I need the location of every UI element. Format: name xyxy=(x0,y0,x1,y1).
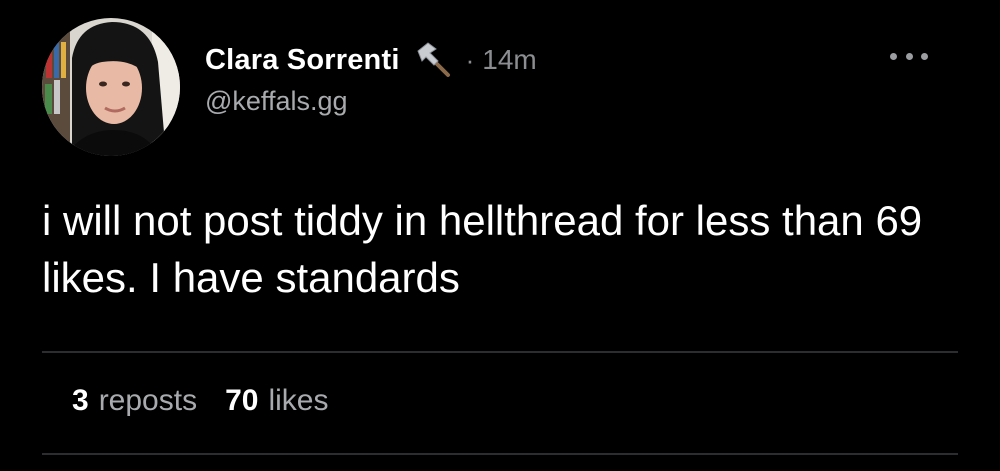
separator-dot: · xyxy=(465,44,475,75)
reposts-label: reposts xyxy=(98,384,198,417)
post-timestamp[interactable]: 14m xyxy=(482,44,536,76)
avatar-image xyxy=(42,18,180,156)
more-options-button[interactable] xyxy=(890,44,928,68)
hammer-icon xyxy=(412,39,454,81)
reposts-count: 3 xyxy=(72,384,89,417)
likes-label: likes xyxy=(268,384,329,417)
post-card: Clara Sorrenti · 14m @keffals.gg i will … xyxy=(0,0,1000,471)
author-handle[interactable]: @keffals.gg xyxy=(205,86,348,117)
post-stats: 3 reposts 70 likes xyxy=(72,384,356,418)
post-header: Clara Sorrenti · 14m xyxy=(205,38,537,82)
more-horizontal-icon xyxy=(905,52,913,60)
divider xyxy=(42,351,958,353)
more-horizontal-icon xyxy=(890,52,897,60)
reposts-stat[interactable]: 3 reposts xyxy=(72,384,197,418)
likes-count: 70 xyxy=(225,384,259,417)
likes-stat[interactable]: 70 likes xyxy=(225,384,328,418)
more-horizontal-icon xyxy=(921,52,928,60)
divider xyxy=(42,453,958,455)
author-display-name[interactable]: Clara Sorrenti xyxy=(205,44,400,77)
avatar[interactable] xyxy=(42,18,180,156)
post-text: i will not post tiddy in hellthread for … xyxy=(42,197,923,301)
